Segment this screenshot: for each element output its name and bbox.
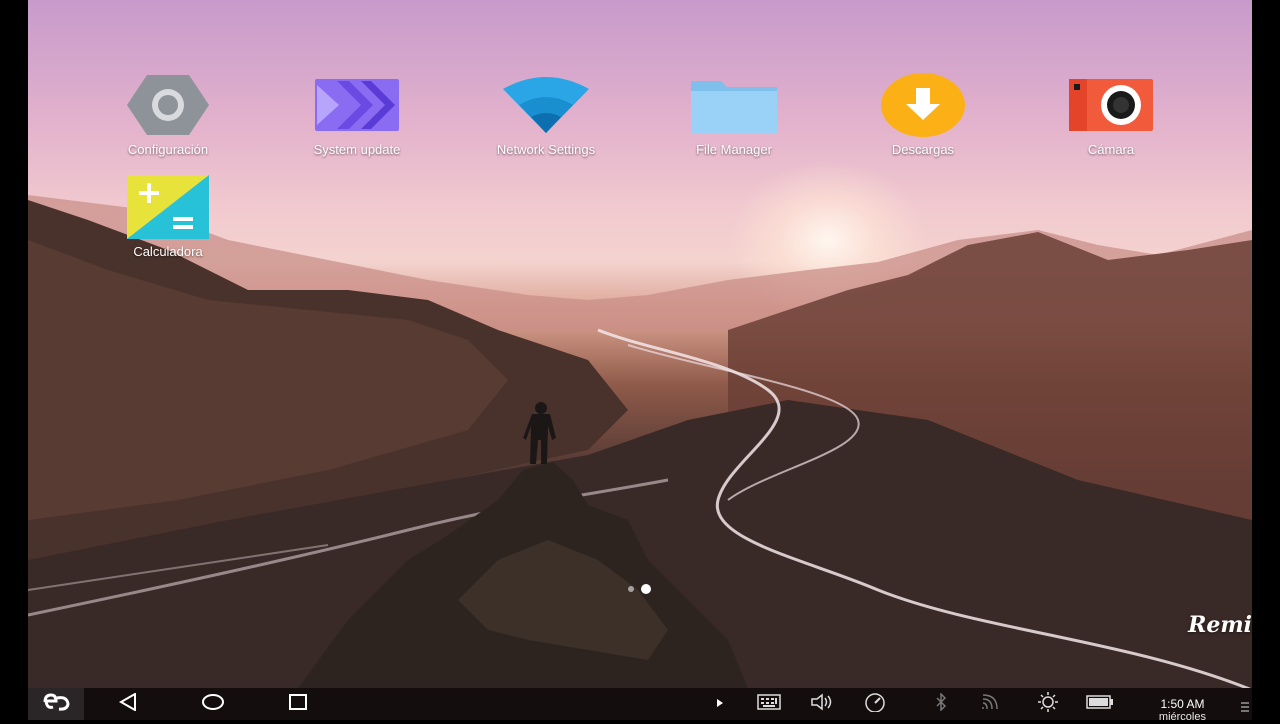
- app-label: Configuración: [127, 142, 209, 157]
- page-dot[interactable]: [628, 586, 634, 592]
- gear-icon: [93, 70, 243, 140]
- app-network-settings[interactable]: Network Settings: [471, 70, 621, 170]
- performance-button[interactable]: [860, 688, 890, 720]
- performance-icon: [863, 692, 887, 717]
- home-icon: [202, 693, 224, 716]
- app-settings[interactable]: Configuración: [93, 70, 243, 170]
- remix-logo-icon: [42, 692, 70, 717]
- keyboard-icon: [757, 693, 781, 715]
- clock-day: miércoles: [1158, 711, 1206, 723]
- desktop-wallpaper: Configuración System update Network Sett…: [28, 0, 1252, 688]
- app-label: Network Settings: [496, 142, 596, 157]
- taskbar: 1:50 AM miércoles: [28, 688, 1252, 723]
- bluetooth-button[interactable]: [928, 688, 954, 720]
- wifi-signal-button[interactable]: [978, 688, 1004, 720]
- download-icon: [848, 70, 998, 140]
- battery-icon: [1086, 694, 1114, 714]
- brightness-button[interactable]: [1034, 688, 1062, 720]
- back-icon: [118, 691, 138, 716]
- calculator-icon: [93, 172, 243, 242]
- keyboard-button[interactable]: [754, 688, 784, 720]
- app-label: File Manager: [696, 142, 772, 157]
- app-label: System update: [313, 142, 401, 157]
- app-file-manager[interactable]: File Manager: [659, 70, 809, 170]
- volume-button[interactable]: [808, 688, 838, 720]
- brightness-icon: [1037, 691, 1059, 718]
- home-button[interactable]: [198, 688, 228, 720]
- page-dot-active[interactable]: [641, 584, 651, 594]
- app-system-update[interactable]: System update: [282, 70, 432, 170]
- folder-icon: [659, 70, 809, 140]
- expand-tray-button[interactable]: [710, 688, 730, 720]
- volume-icon: [810, 692, 836, 716]
- expand-tray-icon: [716, 695, 724, 713]
- back-button[interactable]: [113, 688, 143, 720]
- app-downloads[interactable]: Descargas: [848, 70, 998, 170]
- battery-button[interactable]: [1084, 688, 1116, 720]
- app-label: Cámara: [1087, 142, 1135, 157]
- remix-watermark: Remi: [1188, 612, 1252, 638]
- app-label: Calculadora: [133, 244, 203, 259]
- wifi-icon: [471, 70, 621, 140]
- app-label: Descargas: [891, 142, 955, 157]
- forward-arrows-icon: [282, 70, 432, 140]
- recents-icon: [288, 693, 308, 716]
- screen-frame: Configuración System update Network Sett…: [0, 0, 1280, 723]
- app-camera[interactable]: Cámara: [1036, 70, 1186, 170]
- app-calculator[interactable]: Calculadora: [93, 172, 243, 272]
- recents-button[interactable]: [283, 688, 313, 720]
- camera-icon: [1036, 70, 1186, 140]
- clock-time: 1:50 AM: [1160, 697, 1205, 711]
- wifi-signal-icon: [981, 693, 1001, 716]
- start-button[interactable]: [28, 688, 84, 720]
- bluetooth-icon: [935, 691, 947, 716]
- notification-icon[interactable]: [1240, 700, 1250, 714]
- taskbar-clock[interactable]: 1:50 AM miércoles: [1159, 698, 1206, 724]
